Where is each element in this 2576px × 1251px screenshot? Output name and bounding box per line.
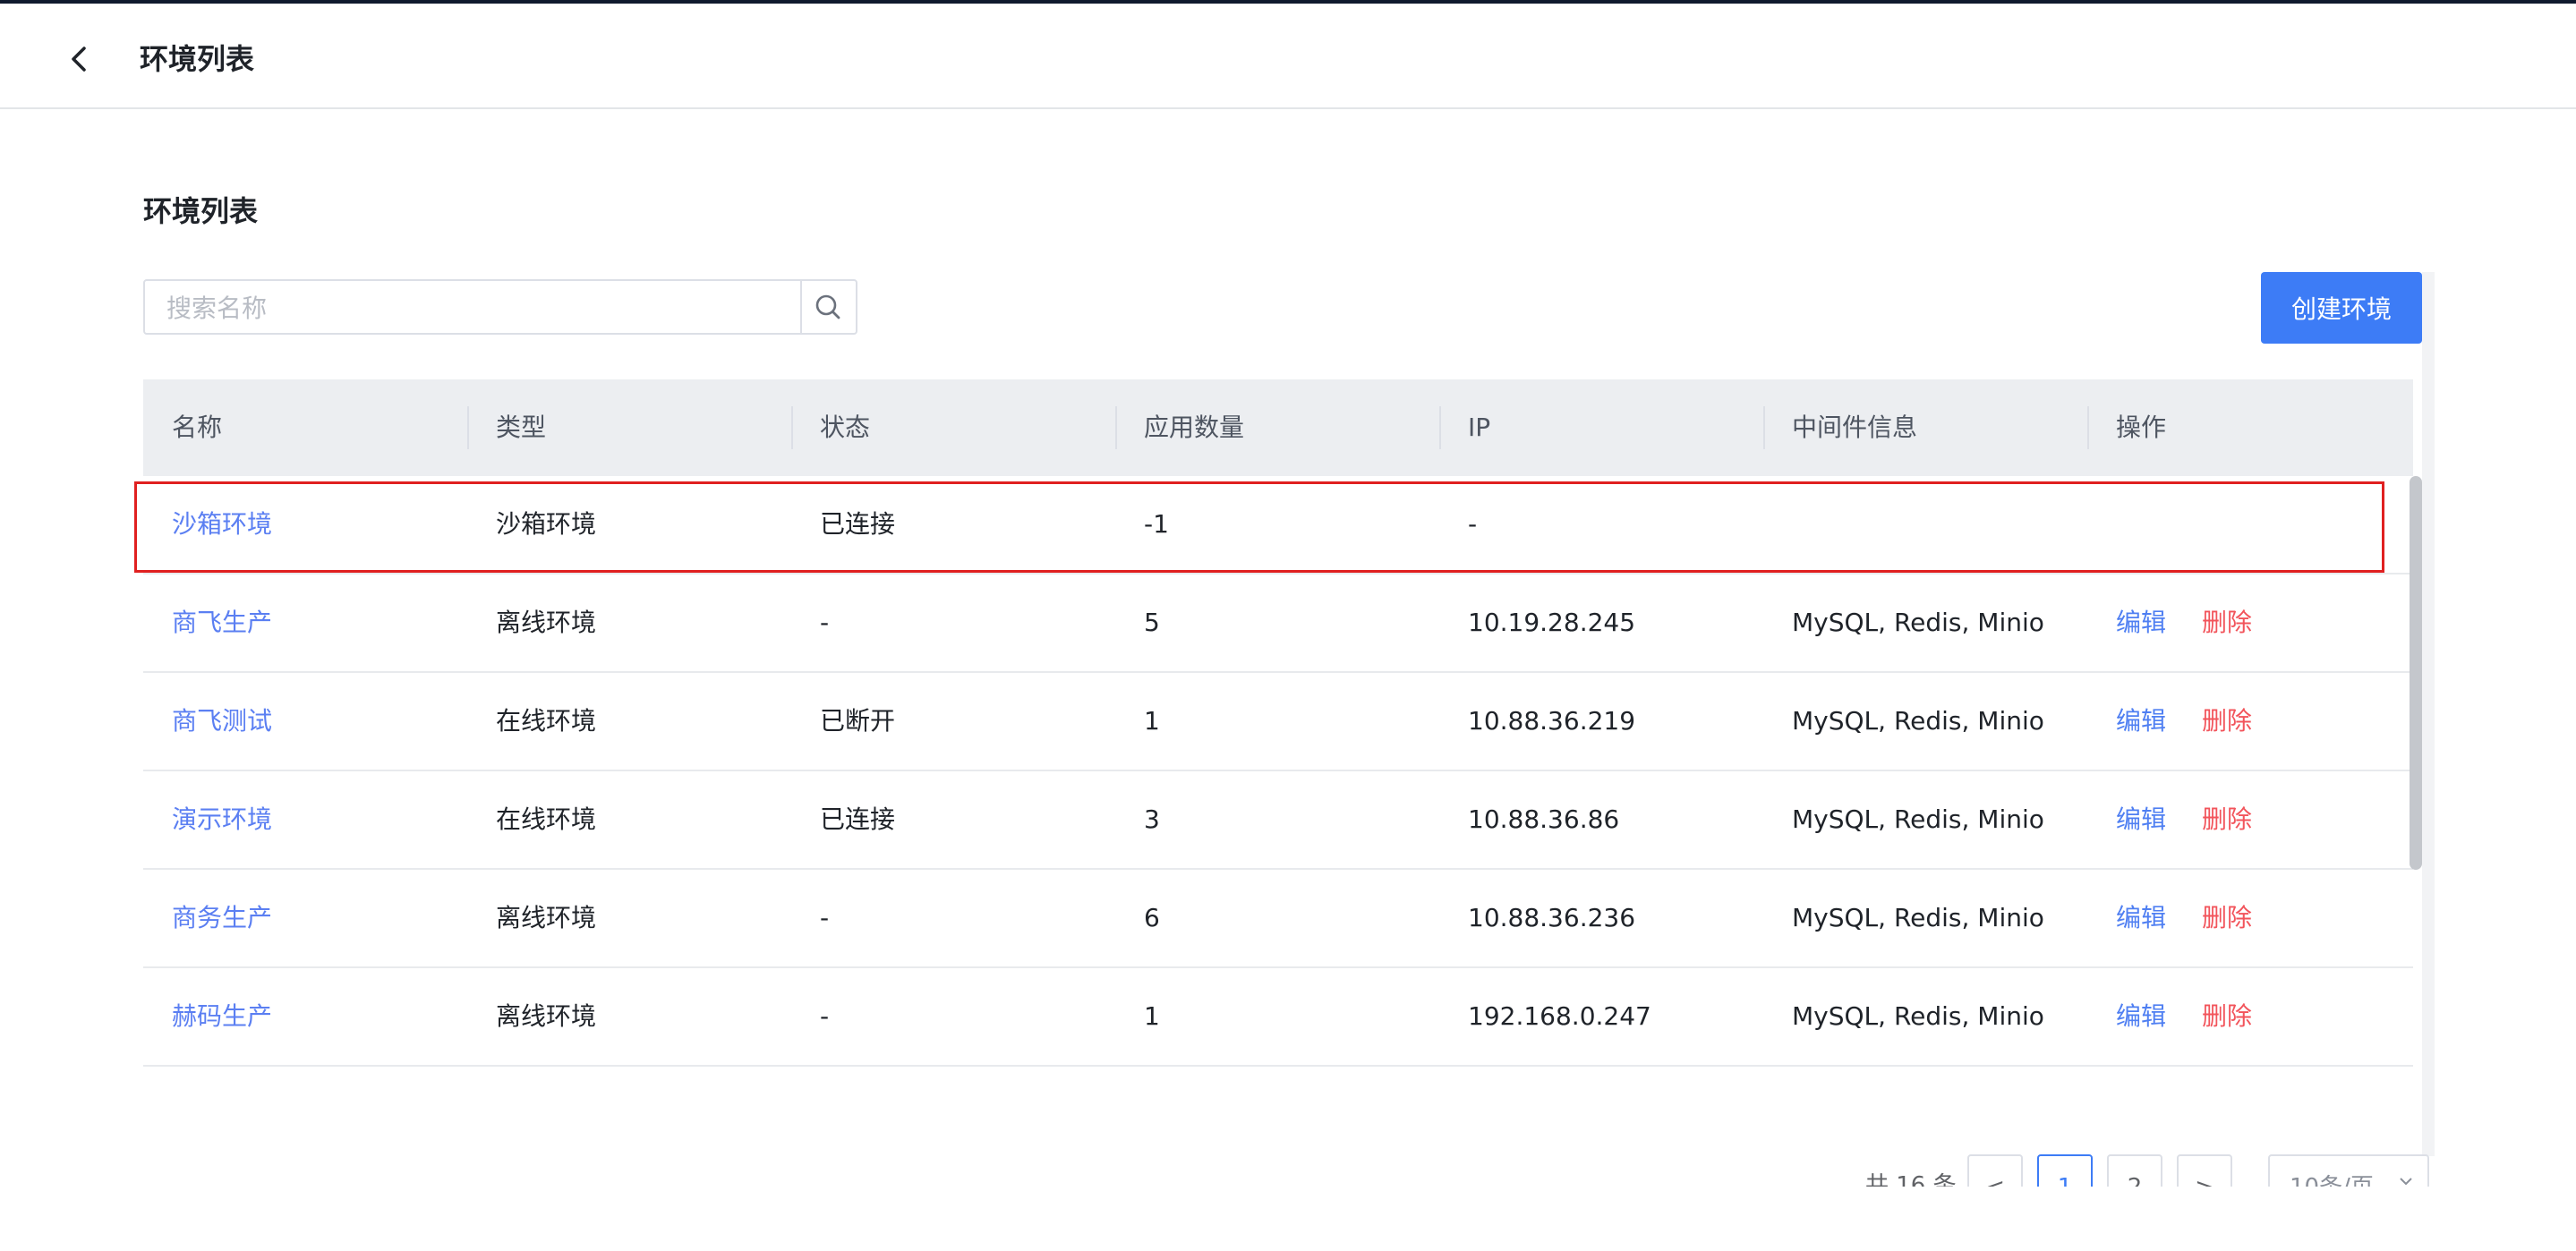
middleware-info: MySQL, Redis, Minio <box>1792 1001 2044 1031</box>
table-row: 演示环境 在线环境 已连接 3 10.88.36.86 MySQL, Redis… <box>143 771 2413 870</box>
middleware-info: MySQL, Redis, Minio <box>1792 706 2044 736</box>
table-row: 商飞测试 在线环境 已断开 1 10.88.36.219 MySQL, Redi… <box>143 673 2413 771</box>
section-title: 环境列表 <box>143 194 259 228</box>
pagination-total: 共 16 条 <box>1865 1172 1957 1187</box>
back-button[interactable] <box>63 38 95 81</box>
page-button-2[interactable]: 2 <box>2107 1154 2162 1187</box>
middleware-info: MySQL, Redis, Minio <box>1792 608 2044 637</box>
ip-address: 10.88.36.236 <box>1468 903 1636 932</box>
search-icon <box>815 294 840 319</box>
column-header-ip: IP <box>1468 413 1491 442</box>
column-header-app-count: 应用数量 <box>1144 413 1245 442</box>
environment-type: 离线环境 <box>496 1001 597 1031</box>
column-header-name: 名称 <box>172 413 223 442</box>
app-count: 6 <box>1144 903 1160 932</box>
app-count: 1 <box>1144 706 1160 736</box>
column-divider <box>1763 406 1765 449</box>
environment-status: - <box>820 1001 830 1031</box>
app-count: 5 <box>1144 608 1160 637</box>
search-button[interactable] <box>800 281 856 333</box>
environment-name-link[interactable]: 商务生产 <box>172 870 272 966</box>
column-divider <box>467 406 469 449</box>
edit-button[interactable]: 编辑 <box>2116 673 2166 770</box>
environment-type: 离线环境 <box>496 608 597 637</box>
column-header-middleware: 中间件信息 <box>1792 413 1918 442</box>
app-count: 3 <box>1144 804 1160 834</box>
delete-button[interactable]: 删除 <box>2202 771 2252 868</box>
search-input[interactable] <box>165 281 759 335</box>
table-row: 商务生产 离线环境 - 6 10.88.36.236 MySQL, Redis,… <box>143 870 2413 968</box>
ip-address: 10.88.36.86 <box>1468 804 1620 834</box>
column-divider <box>2087 406 2089 449</box>
environment-name-link[interactable]: 商飞生产 <box>172 574 272 671</box>
column-header-actions: 操作 <box>2116 413 2167 442</box>
edit-button[interactable]: 编辑 <box>2116 574 2166 671</box>
page-header: 环境列表 <box>0 4 2576 109</box>
table-header: 名称 类型 状态 应用数量 IP 中间件信息 操作 <box>143 379 2413 476</box>
environment-name-link[interactable]: 赫码生产 <box>172 968 272 1065</box>
pagination: 共 16 条 < 1 2 > 10条/页 <box>1844 1154 2452 1187</box>
delete-button[interactable]: 删除 <box>2202 968 2252 1065</box>
chevron-down-icon <box>2400 1178 2412 1186</box>
app-count: 1 <box>1144 1001 1160 1031</box>
page-title: 环境列表 <box>140 42 255 76</box>
table-row: 赫码生产 离线环境 - 1 192.168.0.247 MySQL, Redis… <box>143 968 2413 1067</box>
delete-button[interactable]: 删除 <box>2202 870 2252 966</box>
environment-status: - <box>820 608 830 637</box>
column-divider <box>791 406 793 449</box>
environment-status: - <box>820 903 830 932</box>
ip-address: 192.168.0.247 <box>1468 1001 1651 1031</box>
edit-button[interactable]: 编辑 <box>2116 771 2166 868</box>
page-size-value: 10条/页 <box>2290 1174 2374 1187</box>
middleware-info: MySQL, Redis, Minio <box>1792 804 2044 834</box>
environment-type: 在线环境 <box>496 804 597 834</box>
column-header-status: 状态 <box>820 413 871 442</box>
environment-name-link[interactable]: 商飞测试 <box>172 673 272 770</box>
selection-highlight-box <box>134 481 2384 573</box>
page-button-1[interactable]: 1 <box>2037 1154 2093 1187</box>
table-row: 商飞生产 离线环境 - 5 10.19.28.245 MySQL, Redis,… <box>143 574 2413 673</box>
ip-address: 10.88.36.219 <box>1468 706 1636 736</box>
environment-type: 在线环境 <box>496 706 597 736</box>
environment-type: 离线环境 <box>496 903 597 932</box>
scrollbar-track[interactable] <box>2422 272 2435 1156</box>
chevron-left-icon <box>72 47 86 72</box>
environment-status: 已断开 <box>820 706 896 736</box>
column-divider <box>1439 406 1441 449</box>
prev-page-button[interactable]: < <box>1967 1154 2023 1187</box>
environment-status: 已连接 <box>820 804 896 834</box>
page-size-select[interactable]: 10条/页 <box>2268 1154 2429 1187</box>
delete-button[interactable]: 删除 <box>2202 574 2252 671</box>
next-page-button[interactable]: > <box>2177 1154 2232 1187</box>
scrollbar-thumb[interactable] <box>2410 476 2422 870</box>
create-environment-button[interactable]: 创建环境 <box>2261 272 2422 344</box>
column-header-type: 类型 <box>496 413 547 442</box>
search-box <box>143 279 857 335</box>
edit-button[interactable]: 编辑 <box>2116 968 2166 1065</box>
ip-address: 10.19.28.245 <box>1468 608 1636 637</box>
column-divider <box>1115 406 1117 449</box>
delete-button[interactable]: 删除 <box>2202 673 2252 770</box>
environment-name-link[interactable]: 演示环境 <box>172 771 272 868</box>
middleware-info: MySQL, Redis, Minio <box>1792 903 2044 932</box>
edit-button[interactable]: 编辑 <box>2116 870 2166 966</box>
